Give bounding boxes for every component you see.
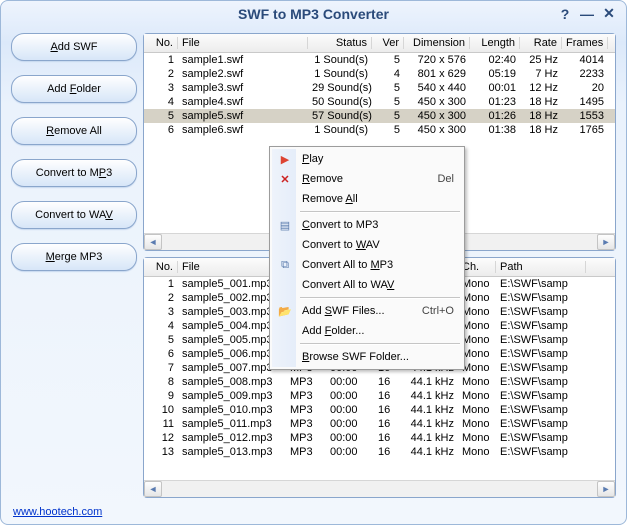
col-no[interactable]: No.	[144, 261, 178, 273]
table-row[interactable]: 2sample2.swf1 Sound(s)4801 x 62905:197 H…	[144, 67, 615, 81]
swf-list-header[interactable]: No. File Status Ver Dimension Length Rat…	[144, 34, 615, 53]
add-swf-button[interactable]: Add SWF	[11, 33, 137, 61]
app-window: SWF to MP3 Converter ? — ✕ Add SWF Add F…	[0, 0, 627, 525]
title-bar: SWF to MP3 Converter ? — ✕	[1, 1, 626, 27]
context-menu: ▶ Play ✕ Remove Del Remove All ▤ Convert…	[269, 146, 465, 370]
ctx-convert-wav[interactable]: Convert to WAV	[272, 235, 462, 255]
col-length[interactable]: Length	[470, 37, 520, 49]
table-row[interactable]: 9sample5_009.mp3MP300:001644.1 kHzMonoE:…	[144, 389, 615, 403]
play-icon: ▶	[277, 151, 293, 167]
col-no[interactable]: No.	[144, 37, 178, 49]
ctx-convert-all-wav[interactable]: Convert All to WAV	[272, 275, 462, 295]
ctx-convert-all-mp3[interactable]: ⧉ Convert All to MP3	[272, 255, 462, 275]
ctx-browse-folder[interactable]: Browse SWF Folder...	[272, 347, 462, 367]
table-row[interactable]: 5sample5.swf57 Sound(s)5450 x 30001:2618…	[144, 109, 615, 123]
scroll-right-icon[interactable]: ►	[597, 481, 615, 497]
hootech-link[interactable]: www.hootech.com	[13, 506, 102, 518]
ctx-add-folder[interactable]: Add Folder...	[272, 321, 462, 341]
table-row[interactable]: 12sample5_012.mp3MP300:001644.1 kHzMonoE…	[144, 431, 615, 445]
close-button[interactable]: ✕	[602, 5, 616, 22]
output-hscrollbar[interactable]: ◄ ►	[144, 480, 615, 497]
merge-mp3-button[interactable]: Merge MP3	[11, 243, 137, 271]
window-title: SWF to MP3 Converter	[238, 6, 389, 22]
ctx-remove-all[interactable]: Remove All	[272, 189, 462, 209]
col-ver[interactable]: Ver	[372, 37, 404, 49]
minimize-button[interactable]: —	[580, 6, 594, 22]
ctx-add-swf[interactable]: 📂 Add SWF Files... Ctrl+O	[272, 301, 462, 321]
table-row[interactable]: 6sample6.swf1 Sound(s)5450 x 30001:3818 …	[144, 123, 615, 137]
sidebar: Add SWF Add Folder Remove All Convert to…	[1, 29, 143, 498]
col-status[interactable]: Status	[308, 37, 372, 49]
folder-open-icon: 📂	[277, 303, 293, 319]
scroll-right-icon[interactable]: ►	[597, 234, 615, 250]
help-button[interactable]: ?	[558, 6, 572, 22]
table-row[interactable]: 13sample5_013.mp3MP300:001644.1 kHzMonoE…	[144, 445, 615, 459]
table-row[interactable]: 1sample1.swf1 Sound(s)5720 x 57602:4025 …	[144, 53, 615, 67]
table-row[interactable]: 11sample5_011.mp3MP300:001644.1 kHzMonoE…	[144, 417, 615, 431]
scroll-left-icon[interactable]: ◄	[144, 481, 162, 497]
ctx-convert-mp3[interactable]: ▤ Convert to MP3	[272, 215, 462, 235]
table-row[interactable]: 4sample4.swf50 Sound(s)5450 x 30001:2318…	[144, 95, 615, 109]
document-icon: ▤	[277, 217, 293, 233]
col-dimension[interactable]: Dimension	[404, 37, 470, 49]
convert-mp3-button[interactable]: Convert to MP3	[11, 159, 137, 187]
add-folder-button[interactable]: Add Folder	[11, 75, 137, 103]
delete-icon: ✕	[277, 171, 293, 187]
col-path[interactable]: Path	[496, 261, 586, 273]
table-row[interactable]: 3sample3.swf29 Sound(s)5540 x 44000:0112…	[144, 81, 615, 95]
footer: www.hootech.com	[13, 506, 102, 518]
col-frames[interactable]: Frames	[562, 37, 608, 49]
documents-icon: ⧉	[277, 257, 293, 273]
ctx-play[interactable]: ▶ Play	[272, 149, 462, 169]
table-row[interactable]: 8sample5_008.mp3MP300:001644.1 kHzMonoE:…	[144, 375, 615, 389]
ctx-remove[interactable]: ✕ Remove Del	[272, 169, 462, 189]
scroll-left-icon[interactable]: ◄	[144, 234, 162, 250]
table-row[interactable]: 10sample5_010.mp3MP300:001644.1 kHzMonoE…	[144, 403, 615, 417]
col-rate[interactable]: Rate	[520, 37, 562, 49]
col-file[interactable]: File	[178, 37, 308, 49]
convert-wav-button[interactable]: Convert to WAV	[11, 201, 137, 229]
remove-all-button[interactable]: Remove All	[11, 117, 137, 145]
